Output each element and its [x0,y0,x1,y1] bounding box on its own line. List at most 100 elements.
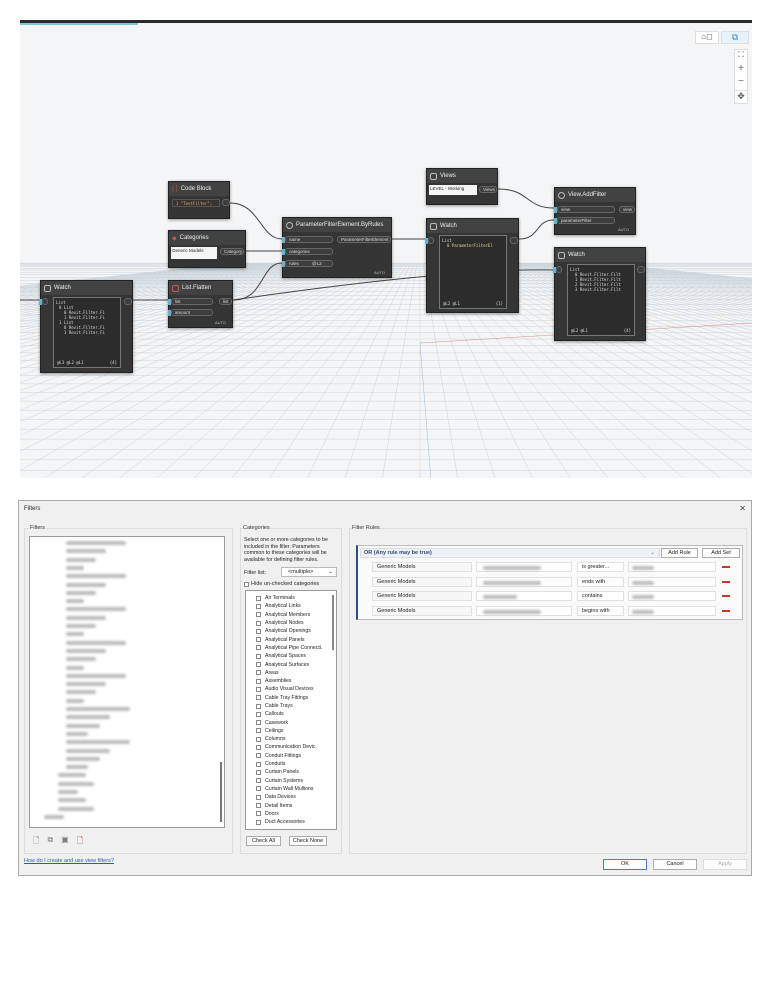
fit-view-icon[interactable]: ⛶ [734,50,748,60]
filter-list-item[interactable] [44,814,64,819]
logic-dropdown[interactable]: OR (Any rule may be true) ⌄ [360,548,660,558]
output-port-category[interactable]: Category [220,248,244,255]
category-checkbox[interactable] [256,628,261,634]
filter-list-item[interactable] [66,640,126,645]
filter-list-item[interactable] [66,682,106,687]
views-dropdown[interactable]: LEVEL - Working [429,185,477,195]
zoom-in-button[interactable]: + [734,63,748,74]
category-checkbox[interactable] [256,637,261,643]
rule-parameter-dropdown[interactable] [476,576,572,587]
output-port-parameterfilterelement[interactable]: ParameterFilterElement [337,236,391,243]
filter-list-item[interactable] [58,790,78,794]
category-checkbox[interactable] [256,603,261,609]
scrollbar[interactable] [332,595,334,650]
category-item[interactable]: Analytical Nodes [246,619,336,627]
filter-list-item[interactable] [66,549,106,554]
category-checkbox[interactable] [256,678,261,684]
remove-rule-icon[interactable] [722,580,730,583]
duplicate-filter-icon[interactable]: ⧉ [47,835,53,849]
rename-filter-icon[interactable]: ▣ [61,835,69,849]
filter-list-item[interactable] [58,781,94,786]
rule-category-dropdown[interactable]: Generic Models [372,562,472,572]
category-item[interactable]: Analytical Pipe Connecti. [246,644,336,652]
output-port-views[interactable]: Views [479,186,497,193]
category-item[interactable]: Columns [246,735,336,743]
apply-button[interactable]: Apply [703,859,747,870]
input-port[interactable] [425,237,434,244]
category-checkbox[interactable] [256,811,261,817]
input-port-list[interactable]: list [168,298,213,305]
input-port-parameterfilter[interactable]: parameterFilter [554,217,615,224]
category-checkbox[interactable] [256,778,261,784]
add-rule-button[interactable]: Add Rule [661,548,698,558]
pan-icon[interactable]: ✥ [734,90,748,104]
category-item[interactable]: Conduits [246,760,336,768]
filter-list-item[interactable] [66,624,96,628]
filter-list-item[interactable] [66,748,110,753]
filter-list-item[interactable] [66,690,96,695]
rule-category-dropdown[interactable]: Generic Models [372,605,472,616]
rule-category-dropdown[interactable]: Generic Models [372,591,472,601]
category-checkbox[interactable] [256,761,261,767]
category-item[interactable]: Curtain Panels [246,768,336,776]
output-port-list[interactable]: list [219,298,232,305]
category-item[interactable]: Analytical Links [246,602,336,610]
rule-value-field[interactable] [628,576,716,587]
scrollbar[interactable] [220,762,222,822]
filter-list-item[interactable] [66,707,130,711]
zoom-out-button[interactable]: − [734,76,748,87]
filter-list-item[interactable] [58,798,86,803]
output-port[interactable] [637,266,645,273]
category-item[interactable]: Assemblies [246,677,336,685]
category-checkbox[interactable] [256,620,261,626]
node-parameterfilterelement-byrules[interactable]: ParameterFilterElement.ByRules name cate… [282,217,392,278]
rule-operator-dropdown[interactable]: ends with [577,576,624,587]
rule-operator-dropdown[interactable]: is greater... [577,562,624,572]
rule-value-field[interactable] [628,591,716,601]
node-views[interactable]: Views LEVEL - Working Views [426,168,498,205]
delete-filter-icon[interactable]: 🗋 [77,835,83,849]
category-item[interactable]: Ceilings [246,727,336,735]
category-checkbox[interactable] [256,744,261,750]
filter-list-item[interactable] [66,574,126,579]
category-item[interactable]: Data Devices [246,793,336,801]
category-checkbox[interactable] [256,662,261,668]
filter-list-item[interactable] [66,557,96,562]
category-checkbox[interactable] [256,769,261,775]
category-item[interactable]: Cable Trays [246,702,336,710]
category-item[interactable]: Detail Items [246,801,336,809]
input-port-amount[interactable]: amount [168,309,213,316]
node-categories[interactable]: ◆ Categories Generic Models Category [168,230,246,268]
node-watch-left[interactable]: Watch List 0 List 0 Revit.Filter.Fi 1 Revi… [39,280,133,373]
filter-list-item[interactable] [58,806,94,811]
rule-parameter-dropdown[interactable] [476,591,572,601]
filter-list-item[interactable] [66,632,84,637]
output-port-view[interactable]: view [619,206,635,213]
rule-operator-dropdown[interactable]: begins with [577,605,624,616]
filter-list-item[interactable] [66,740,130,745]
output-port[interactable] [510,237,518,244]
dynamo-canvas[interactable]: ⌂◻ ⧉ ⛶ + − ✥ { } Code Block 1 "TextFilter… [20,20,752,478]
filter-list-item[interactable] [58,773,86,778]
filter-list-item[interactable] [66,756,100,761]
category-checkbox[interactable] [256,703,261,709]
check-none-button[interactable]: Check None [289,836,327,846]
category-checkbox[interactable] [256,670,261,676]
category-checkbox[interactable] [256,695,261,701]
filter-list-dropdown[interactable]: <multiple> ⌄ [281,567,337,577]
category-checkbox[interactable] [256,686,261,692]
input-port-rules[interactable]: rules @L2 [282,260,333,267]
category-item[interactable]: Communication Devic. [246,743,336,751]
output-port[interactable] [222,199,230,206]
input-port-categories[interactable]: categories [282,248,333,255]
filter-list-item[interactable] [66,657,96,662]
hide-unchecked-checkbox[interactable]: Hide un-checked categories [244,581,319,587]
filter-list-item[interactable] [66,582,106,587]
remove-rule-icon[interactable] [722,566,730,568]
add-set-button[interactable]: Add Set [702,548,740,558]
category-item[interactable]: Air Terminals [246,594,336,602]
input-port[interactable] [39,298,48,305]
category-item[interactable]: Duct Accessories [246,818,336,826]
help-link[interactable]: How do I create and use view filters? [24,858,114,864]
input-port-name[interactable]: name [282,236,333,243]
